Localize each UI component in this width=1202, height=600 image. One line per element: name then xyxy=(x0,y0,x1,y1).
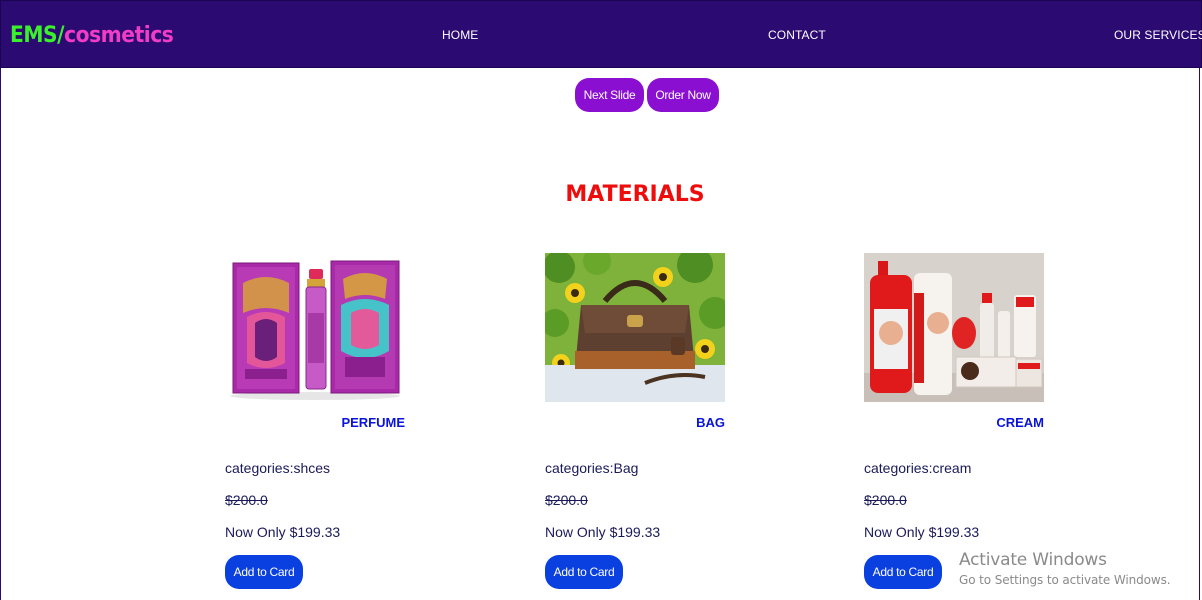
add-to-card-button[interactable]: Add to Card xyxy=(225,555,303,589)
order-now-button[interactable]: Order Now xyxy=(647,78,719,112)
nav-contact-link[interactable]: CONTACT xyxy=(768,28,826,42)
product-name[interactable]: PERFUME xyxy=(341,415,405,431)
perfume-box-image[interactable] xyxy=(225,253,405,402)
add-to-card-button[interactable]: Add to Card xyxy=(545,555,623,589)
nav-our-services-link[interactable]: OUR SERVICES xyxy=(1114,28,1202,42)
product-card: CREAM categories:cream $200.0 Now Only $… xyxy=(864,253,1044,600)
cream-bottles-image[interactable] xyxy=(864,253,1044,402)
brand-prefix: EMS/ xyxy=(10,23,65,48)
old-price: $200.0 xyxy=(225,492,268,508)
product-name[interactable]: CREAM xyxy=(996,415,1044,431)
brand-logo[interactable]: EMS/cosmetics xyxy=(10,23,174,49)
old-price: $200.0 xyxy=(864,492,907,508)
old-price: $200.0 xyxy=(545,492,588,508)
top-navbar: EMS/cosmetics HOME CONTACT OUR SERVICES xyxy=(0,0,1202,68)
product-category: categories:cream xyxy=(864,460,972,476)
product-category: categories:Bag xyxy=(545,460,639,476)
activate-windows-title: Activate Windows xyxy=(959,550,1107,570)
add-to-card-button[interactable]: Add to Card xyxy=(864,555,942,589)
product-category: categories:shces xyxy=(225,460,331,476)
product-card: PERFUME categories:shces $200.0 Now Only… xyxy=(225,253,405,600)
nav-home-link[interactable]: HOME xyxy=(442,28,478,42)
activate-windows-watermark: Activate Windows Go to Settings to activ… xyxy=(959,549,1171,588)
new-price: Now Only $199.33 xyxy=(864,524,980,540)
activate-windows-subtitle: Go to Settings to activate Windows. xyxy=(959,573,1171,587)
new-price: Now Only $199.33 xyxy=(225,524,341,540)
new-price: Now Only $199.33 xyxy=(545,524,661,540)
product-card: BAG categories:Bag $200.0 Now Only $199.… xyxy=(545,253,725,600)
product-name[interactable]: BAG xyxy=(696,415,725,431)
next-slide-button[interactable]: Next Slide xyxy=(575,78,644,112)
handbag-image[interactable] xyxy=(545,253,725,402)
brand-suffix: cosmetics xyxy=(64,23,174,48)
section-title: MATERIALS xyxy=(565,182,705,207)
